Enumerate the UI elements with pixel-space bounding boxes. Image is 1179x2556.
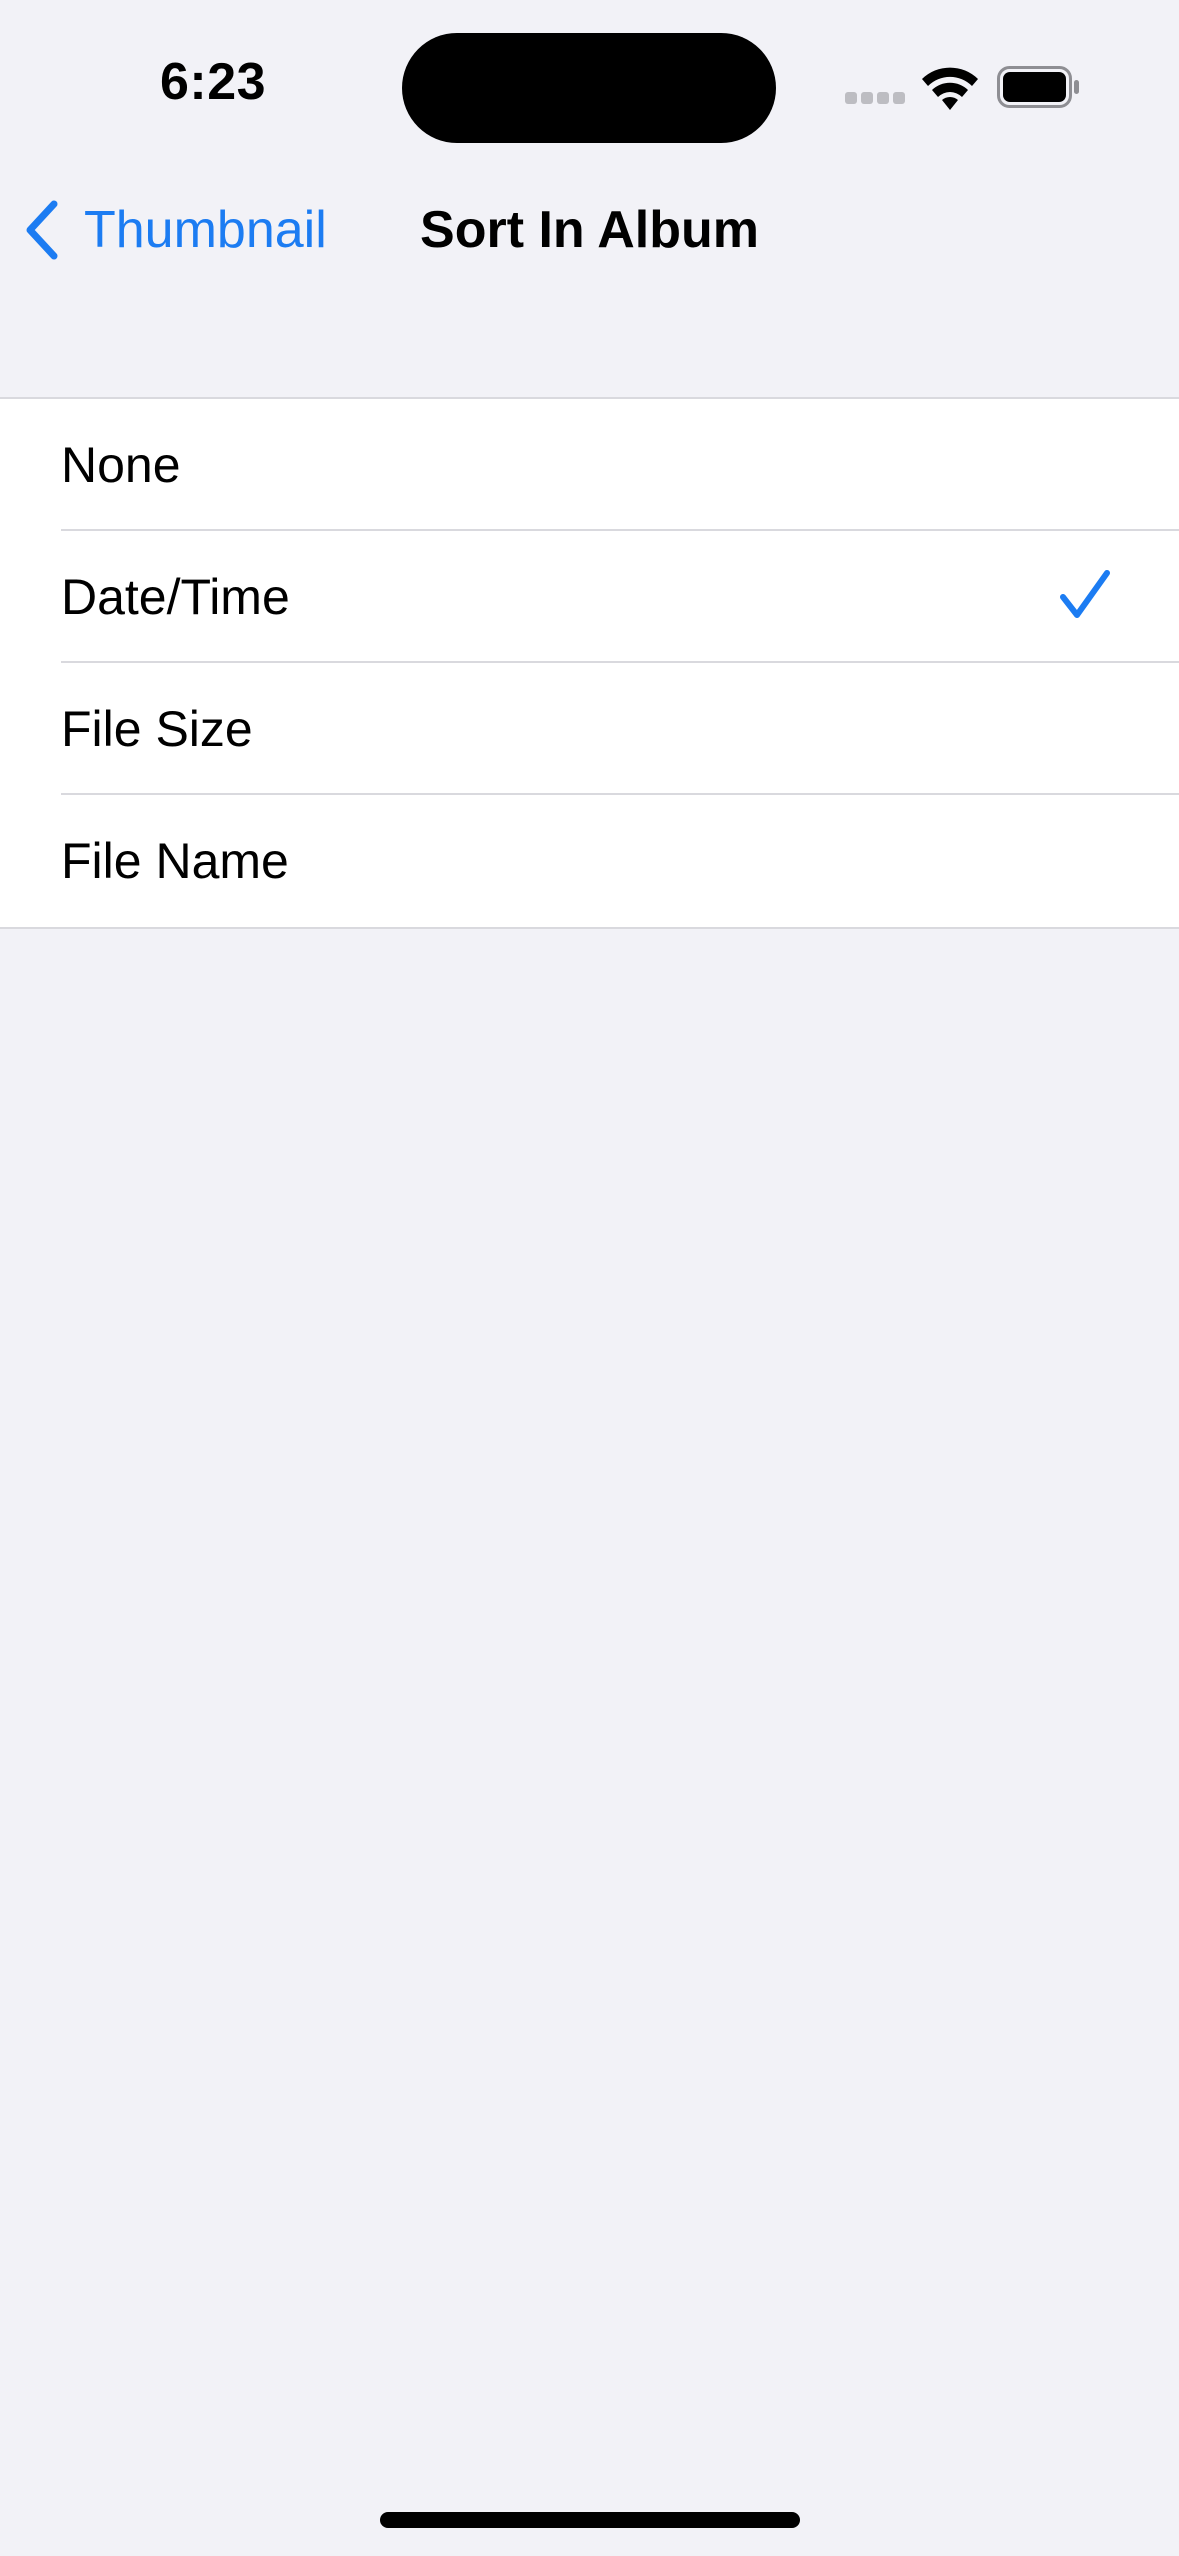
cellular-signal-icon — [845, 92, 905, 106]
back-button[interactable]: Thumbnail — [22, 190, 327, 270]
option-none[interactable]: None — [0, 399, 1179, 531]
navigation-bar: Sort In Album Thumbnail — [0, 170, 1179, 290]
option-label: Date/Time — [61, 569, 290, 625]
status-time: 6:23 — [160, 53, 267, 111]
wifi-icon — [922, 67, 978, 110]
option-file-size[interactable]: File Size — [0, 663, 1179, 795]
option-file-name[interactable]: File Name — [0, 795, 1179, 927]
dynamic-island — [402, 33, 776, 143]
battery-icon — [997, 66, 1079, 108]
chevron-left-icon — [26, 200, 58, 260]
option-label: File Size — [61, 701, 253, 757]
home-indicator[interactable] — [380, 2512, 800, 2528]
checkmark-icon — [1060, 570, 1110, 618]
option-label: File Name — [61, 833, 289, 889]
back-button-label: Thumbnail — [84, 201, 327, 259]
sort-options-list: None Date/Time File Size File Name — [0, 397, 1179, 929]
option-label: None — [61, 437, 181, 493]
option-date-time[interactable]: Date/Time — [0, 531, 1179, 663]
status-bar: 6:23 — [0, 0, 1179, 170]
